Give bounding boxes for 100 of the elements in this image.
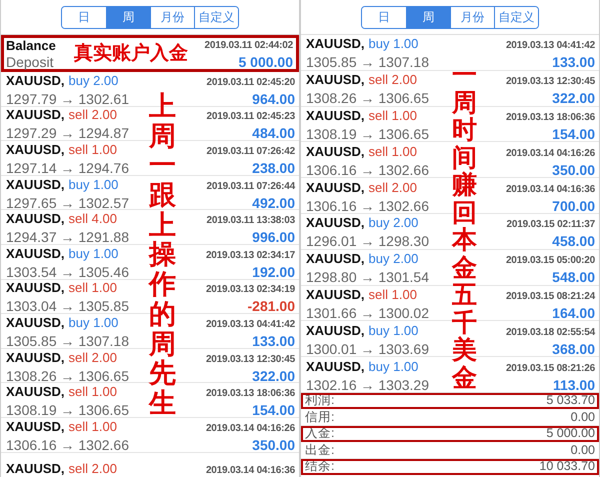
trade-time: 2019.03.14 04:16:26 (206, 422, 295, 436)
trade-action: sell 2.00 (368, 180, 417, 195)
trade-profit: 484.00 (252, 125, 295, 142)
trade-action: sell 4.00 (68, 211, 117, 226)
trade-symbol: XAUUSD, (306, 144, 365, 159)
trade-prices: 1297.79 → 1302.61 (6, 90, 129, 107)
summary-value: 0.00 (570, 408, 595, 426)
trade-time: 2019.03.13 02:34:17 (206, 248, 295, 263)
trade-prices: 1300.01 → 1303.69 (306, 340, 429, 357)
trade-time: 2019.03.11 13:38:03 (206, 214, 295, 228)
trade-profit: -281.00 (248, 298, 295, 314)
trade-symbol: XAUUSD, (6, 107, 65, 122)
period-tab[interactable]: 自定义 (494, 7, 538, 28)
trade-profit: 996.00 (252, 229, 295, 246)
trade-prices: 1308.19 → 1306.65 (6, 402, 129, 418)
trade-symbol: XAUUSD, (306, 36, 365, 52)
trade-time: 2019.03.15 02:11:37 (506, 218, 595, 232)
trade-time: 2019.03.13 04:41:42 (206, 318, 295, 332)
trade-profit: 458.00 (552, 233, 595, 250)
trade-time: 2019.03.14 04:16:36 (206, 464, 295, 477)
trade-time: 2019.03.13 18:06:36 (206, 387, 295, 402)
balance-label: Balance (6, 38, 57, 54)
trade-symbol: XAUUSD, (6, 72, 65, 88)
trade-action: buy 1.00 (368, 322, 418, 338)
trade-time: 2019.03.18 02:55:54 (506, 326, 595, 340)
trade-prices: 1297.65 → 1302.57 (6, 194, 129, 211)
trade-action: sell 2.00 (368, 72, 417, 88)
summary-label: 结余: (305, 458, 334, 476)
deposit-row[interactable]: Balance Deposit 真实账户入金 2019.03.11 02:44:02 5 000.00 (1, 35, 299, 72)
trade-time: 2019.03.15 08:21:26 (506, 362, 595, 376)
trade-time: 2019.03.13 12:30:45 (206, 352, 295, 367)
period-tab[interactable]: 周 (406, 7, 450, 28)
trade-prices: 1296.01 → 1298.30 (306, 233, 429, 250)
annotation-text: 真实账户入金 (74, 42, 188, 66)
trade-prices: 1294.37 → 1291.88 (6, 229, 129, 246)
trade-profit: 368.00 (552, 340, 595, 357)
trade-profit: 164.00 (552, 304, 595, 321)
trade-action: sell 2.00 (68, 350, 117, 365)
trade-profit: 492.00 (252, 194, 295, 211)
trade-action: buy 2.00 (68, 72, 118, 88)
trade-symbol: XAUUSD, (6, 314, 65, 330)
trade-time: 2019.03.14 04:16:36 (506, 182, 595, 197)
trade-profit: 548.00 (552, 269, 595, 286)
trade-action: buy 1.00 (368, 358, 418, 374)
trade-prices: 1297.29 → 1294.87 (6, 125, 129, 142)
trade-time: 2019.03.11 02:45:20 (206, 76, 295, 90)
trade-symbol: XAUUSD, (306, 286, 365, 302)
trade-prices: 1308.19 → 1306.65 (306, 126, 429, 142)
period-tab[interactable]: 自定义 (194, 7, 238, 28)
trade-time: 2019.03.15 08:21:24 (506, 290, 595, 304)
trade-profit: 154.00 (252, 402, 295, 418)
trade-symbol: XAUUSD, (306, 180, 365, 195)
trade-prices: 1303.04 → 1305.85 (6, 298, 129, 314)
trade-prices: 1305.85 → 1307.18 (6, 332, 129, 349)
trade-prices: 1305.85 → 1307.18 (306, 54, 429, 70)
trade-profit: 350.00 (552, 162, 595, 178)
trade-profit: 113.00 (552, 376, 595, 393)
summary-value: 10 033.70 (539, 458, 595, 476)
trade-prices: 1298.80 → 1301.54 (306, 269, 429, 286)
trade-profit: 133.00 (552, 54, 595, 70)
trade-prices: 1297.14 → 1294.76 (6, 160, 129, 176)
trade-profit: 154.00 (552, 126, 595, 142)
deposit-type: Deposit (6, 54, 54, 70)
trade-symbol: XAUUSD, (306, 251, 365, 266)
trade-action: sell 2.00 (68, 461, 117, 476)
deposit-amount: 5 000.00 (238, 54, 293, 70)
trade-symbol: XAUUSD, (306, 108, 365, 123)
trade-profit: 322.00 (252, 368, 295, 384)
trade-symbol: XAUUSD, (6, 142, 65, 157)
trade-prices: 1308.26 → 1306.65 (306, 90, 429, 106)
trade-time: 2019.03.11 07:26:42 (206, 144, 295, 159)
trade-symbol: XAUUSD, (306, 358, 365, 374)
summary-value: 5 000.00 (546, 425, 595, 442)
summary-label: 信用: (305, 408, 334, 426)
trade-time: 2019.03.11 07:26:44 (206, 180, 295, 194)
trade-symbol: XAUUSD, (6, 384, 65, 400)
annotation-text: 上周一跟上操作的周先生 (149, 92, 176, 419)
trade-symbol: XAUUSD, (6, 176, 65, 192)
trade-action: buy 1.00 (68, 246, 118, 261)
trade-action: sell 2.00 (68, 107, 117, 122)
trade-symbol: XAUUSD, (6, 211, 65, 226)
trade-time: 2019.03.15 05:00:20 (506, 254, 595, 268)
period-tab[interactable]: 周 (106, 7, 150, 28)
trade-time: 2019.03.13 12:30:45 (506, 75, 595, 90)
trade-action: buy 2.00 (368, 215, 418, 230)
trade-time: 2019.03.13 04:41:42 (506, 39, 595, 54)
trade-profit: 133.00 (252, 332, 295, 349)
trade-action: buy 2.00 (368, 251, 418, 266)
trade-profit: 350.00 (252, 436, 295, 453)
trade-profit: 964.00 (252, 90, 295, 107)
trade-action: buy 1.00 (368, 36, 418, 52)
trade-symbol: XAUUSD, (6, 350, 65, 365)
trade-prices: 1306.16 → 1302.66 (6, 436, 129, 453)
trade-action: sell 1.00 (68, 384, 117, 400)
trade-prices: 1303.54 → 1305.46 (6, 264, 129, 280)
trade-action: buy 1.00 (68, 176, 118, 192)
trade-prices: 1302.16 → 1303.29 (306, 376, 429, 393)
trade-symbol: XAUUSD, (6, 280, 65, 296)
trade-prices: 1308.26 → 1306.65 (6, 368, 129, 384)
trade-action: sell 1.00 (368, 286, 417, 302)
